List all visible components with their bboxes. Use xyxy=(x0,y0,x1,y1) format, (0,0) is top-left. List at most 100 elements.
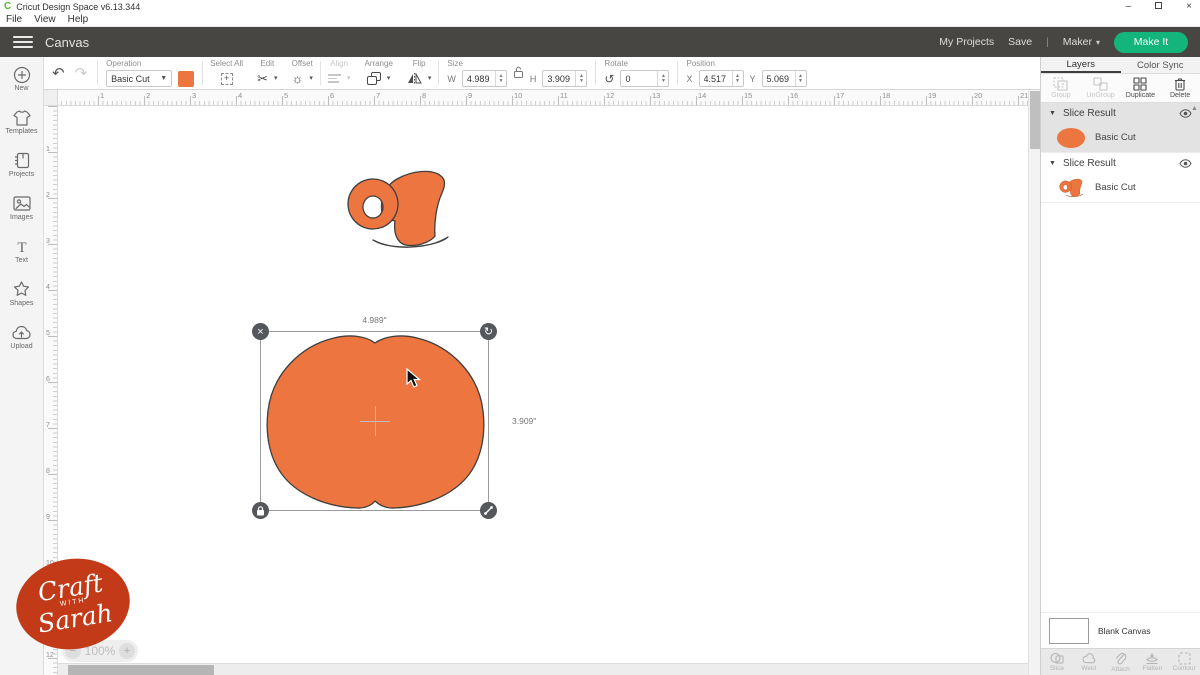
my-projects-link[interactable]: My Projects xyxy=(939,36,994,48)
width-field[interactable]: ▲▼ xyxy=(462,70,507,87)
offset-button[interactable]: Offset ☼▾ xyxy=(284,57,319,89)
edit-button[interactable]: Edit ✂▾ xyxy=(250,57,284,89)
height-input[interactable] xyxy=(543,74,575,84)
ruler-number: 1 xyxy=(46,146,50,153)
operation-label: Operation xyxy=(106,59,141,68)
maximize-button[interactable] xyxy=(1155,0,1162,13)
expander-triangle-icon[interactable]: ▼ xyxy=(1049,160,1056,167)
delete-button[interactable]: Delete xyxy=(1160,74,1200,102)
arrange-button[interactable]: Arrange ▾ xyxy=(357,57,399,89)
sidebar-item-projects[interactable]: Projects xyxy=(0,143,43,186)
layers-scrollbar[interactable]: ▲ ▼ xyxy=(1190,105,1199,663)
lock-handle[interactable] xyxy=(252,502,269,519)
menu-view[interactable]: View xyxy=(34,14,56,25)
undo-icon[interactable]: ↶ xyxy=(52,64,65,82)
canvas-color-swatch[interactable] xyxy=(1049,618,1089,644)
position-y-stepper[interactable]: ▲▼ xyxy=(795,71,806,86)
resize-handle[interactable] xyxy=(480,502,497,519)
close-button[interactable]: × xyxy=(1186,0,1192,13)
rotate-field[interactable]: ▲▼ xyxy=(620,70,669,87)
blank-canvas-label: Blank Canvas xyxy=(1098,626,1150,636)
attach-icon xyxy=(1114,652,1127,666)
align-button: Align ▾ xyxy=(321,57,358,89)
redo-icon: ↷ xyxy=(75,64,88,82)
sidebar-item-new[interactable]: New xyxy=(0,57,43,100)
weld-icon xyxy=(1082,652,1096,665)
chevron-down-icon: ▾ xyxy=(1096,38,1100,47)
ruler-number: 3 xyxy=(46,238,50,245)
sidebar-item-templates[interactable]: Templates xyxy=(0,100,43,143)
machine-selector[interactable]: Maker▾ xyxy=(1063,36,1100,48)
position-y-input[interactable] xyxy=(763,74,795,84)
height-field[interactable]: ▲▼ xyxy=(542,70,587,87)
height-stepper[interactable]: ▲▼ xyxy=(575,71,586,86)
attach-button: Attach xyxy=(1105,649,1137,675)
ruler-number: 15 xyxy=(744,91,752,100)
menu-help[interactable]: Help xyxy=(68,14,89,25)
menu-file[interactable]: File xyxy=(6,14,22,25)
vertical-scrollbar[interactable] xyxy=(1028,90,1040,675)
pumpkin-stem-shape[interactable] xyxy=(345,167,449,253)
save-link[interactable]: Save xyxy=(1008,36,1032,48)
layers-panel: LayersColor Sync GroupUnGroupDuplicateDe… xyxy=(1040,57,1200,675)
size-lock-icon[interactable] xyxy=(513,66,524,78)
hamburger-menu-icon[interactable] xyxy=(13,33,33,51)
layer-label: Basic Cut xyxy=(1095,182,1136,193)
sidebar-item-text[interactable]: TText xyxy=(0,229,43,272)
make-it-button[interactable]: Make It xyxy=(1114,32,1188,53)
scroll-up-icon[interactable]: ▲ xyxy=(1190,105,1199,112)
ruler-number: 12 xyxy=(46,652,54,659)
width-axis-label: W xyxy=(447,74,456,84)
layer-group-title: Slice Result xyxy=(1063,158,1179,169)
rotate-stepper[interactable]: ▲▼ xyxy=(657,71,668,86)
width-input[interactable] xyxy=(463,74,495,84)
weld-button: Weld xyxy=(1073,649,1105,675)
sidebar-item-label: Templates xyxy=(6,128,38,135)
duplicate-button[interactable]: Duplicate xyxy=(1121,74,1161,102)
layer-row[interactable]: Basic Cut xyxy=(1041,123,1200,152)
ruler-number: 7 xyxy=(376,91,380,100)
sidebar-item-shapes[interactable]: Shapes xyxy=(0,272,43,315)
tab-layers[interactable]: Layers xyxy=(1041,57,1121,73)
select-all-button[interactable]: Select All + xyxy=(203,57,250,89)
horizontal-scrollbar[interactable] xyxy=(58,663,1028,675)
group-button: Group xyxy=(1041,74,1081,102)
tab-color-sync[interactable]: Color Sync xyxy=(1121,57,1200,73)
layer-color-swatch[interactable] xyxy=(178,71,194,87)
zoom-in-button[interactable]: + xyxy=(119,643,135,659)
position-x-stepper[interactable]: ▲▼ xyxy=(732,71,743,86)
sidebar-item-upload[interactable]: Upload xyxy=(0,315,43,358)
layer-row[interactable]: Basic Cut xyxy=(1041,173,1200,202)
new-icon xyxy=(13,65,31,84)
layer-group-header[interactable]: ▼Slice Result xyxy=(1041,103,1200,123)
vertical-scrollbar-thumb[interactable] xyxy=(1030,91,1040,149)
layer-label: Basic Cut xyxy=(1095,132,1136,143)
selection-bounding-box[interactable]: 4.989" 3.909" × ↻ xyxy=(260,331,489,511)
sidebar-item-images[interactable]: Images xyxy=(0,186,43,229)
rotate-input[interactable] xyxy=(621,74,657,84)
rotate-handle[interactable]: ↻ xyxy=(480,323,497,340)
position-x-input[interactable] xyxy=(700,74,732,84)
horizontal-ruler: 0123456789101112131415161718192021 xyxy=(44,90,1028,106)
operation-dropdown[interactable]: Basic Cut▼ xyxy=(106,70,172,87)
blank-canvas-row[interactable]: Blank Canvas xyxy=(1041,612,1200,648)
width-stepper[interactable]: ▲▼ xyxy=(495,71,506,86)
expander-triangle-icon[interactable]: ▼ xyxy=(1049,110,1056,117)
position-y-field[interactable]: ▲▼ xyxy=(762,70,807,87)
minimize-button[interactable]: – xyxy=(1126,0,1132,13)
position-x-field[interactable]: ▲▼ xyxy=(699,70,744,87)
size-label: Size xyxy=(447,59,463,68)
ruler-number: 21 xyxy=(1020,91,1028,100)
cricut-logo-icon: C xyxy=(4,1,11,12)
sidebar-item-label: Text xyxy=(15,257,28,264)
design-canvas[interactable]: 0123456789101112131415161718192021 01234… xyxy=(44,90,1028,675)
layer-group-header[interactable]: ▼ Slice Result xyxy=(1041,153,1200,173)
sidebar-item-label: Upload xyxy=(10,343,32,350)
window-titlebar: C Cricut Design Space v6.13.344 –× xyxy=(0,0,1200,13)
flatten-button: Flatten xyxy=(1136,649,1168,675)
delete-handle[interactable]: × xyxy=(252,323,269,340)
horizontal-scrollbar-thumb[interactable] xyxy=(68,665,214,675)
action-label: Group xyxy=(1051,92,1070,99)
sidebar-item-label: Shapes xyxy=(10,300,34,307)
flip-button[interactable]: Flip ▾ xyxy=(400,57,439,89)
